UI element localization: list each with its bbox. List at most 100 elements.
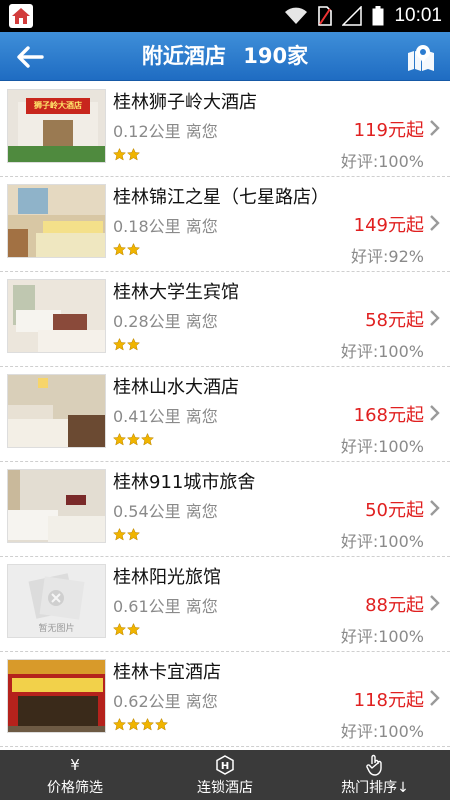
star-icon [113, 148, 126, 161]
hotel-star-rating [113, 528, 140, 542]
hotel-star-rating [113, 148, 140, 162]
star-icon [127, 148, 140, 161]
hotel-count: 190家 [243, 44, 309, 68]
hotel-star-rating [113, 433, 154, 447]
hotel-distance: 0.54公里 离您 [113, 502, 218, 521]
hotel-rating: 好评:100% [340, 152, 424, 171]
star-icon [113, 623, 126, 636]
hotel-rating: 好评:100% [340, 532, 424, 551]
hotel-room-image [8, 280, 105, 352]
star-icon [113, 243, 126, 256]
hotel-rating: 好评:100% [340, 437, 424, 456]
hotel-rating: 好评:100% [340, 342, 424, 361]
hotel-name: 桂林卡宜酒店 [113, 662, 221, 683]
hotel-photo [7, 659, 106, 733]
page-title: 附近酒店 190家 [0, 32, 450, 81]
hotel-price: 119元起 [353, 120, 424, 141]
hotel-photo [7, 279, 106, 353]
hotel-name: 桂林大学生宾馆 [113, 282, 239, 303]
star-icon [127, 338, 140, 351]
hotel-name: 桂林山水大酒店 [113, 377, 239, 398]
svg-text:H: H [221, 761, 229, 772]
hotel-distance: 0.41公里 离您 [113, 407, 218, 426]
hotel-rating: 好评:92% [351, 247, 424, 266]
hotel-star-rating [113, 243, 140, 257]
star-icon [141, 718, 154, 731]
hotel-price: 58元起 [365, 310, 424, 331]
home-notification-icon [9, 4, 33, 28]
wifi-icon [285, 7, 308, 24]
tab-popular-sort-label: 热门排序↓ [341, 780, 409, 796]
star-icon [127, 243, 140, 256]
hotel-rating: 好评:100% [340, 722, 424, 741]
hotel-name: 桂林狮子岭大酒店 [113, 92, 257, 113]
tab-chain-hotels[interactable]: H 连锁酒店 [150, 750, 300, 800]
hotel-rating: 好评:100% [340, 627, 424, 646]
chevron-right-icon [430, 310, 440, 326]
back-button[interactable] [10, 40, 50, 74]
chevron-right-icon [430, 215, 440, 231]
star-icon [141, 433, 154, 446]
status-bar: 10:01 [0, 0, 450, 32]
hotel-list-item[interactable]: 桂林锦江之星（七星路店） 0.18公里 离您 149元起 好评:92% [0, 177, 450, 272]
hotel-distance: 0.12公里 离您 [113, 122, 218, 141]
yen-icon: ¥ [70, 756, 80, 774]
signal-icon [342, 6, 363, 26]
hotel-price: 168元起 [353, 405, 424, 426]
hotel-photo-placeholder: 暂无图片 [7, 564, 106, 638]
star-icon [127, 623, 140, 636]
hotel-photo [7, 469, 106, 543]
back-arrow-icon [17, 46, 44, 68]
page-title-text: 附近酒店 [141, 44, 226, 68]
star-icon [155, 718, 168, 731]
chevron-right-icon [430, 120, 440, 136]
tab-popular-sort[interactable]: 热门排序↓ [300, 750, 450, 800]
hotel-name: 桂林锦江之星（七星路店） [113, 187, 329, 208]
hotel-star-rating [113, 718, 168, 732]
status-icons: 10:01 [284, 0, 442, 32]
hotel-list-item[interactable]: 桂林911城市旅舍 0.54公里 离您 50元起 好评:100% [0, 462, 450, 557]
hotel-list-item[interactable]: 狮子岭大酒店 桂林狮子岭大酒店 0.12公里 离您 119元起 好评:100% [0, 82, 450, 177]
hotel-star-rating [113, 338, 140, 352]
star-icon [113, 718, 126, 731]
hotel-distance: 0.18公里 离您 [113, 217, 218, 236]
tab-price-filter[interactable]: ¥ 价格筛选 [0, 750, 150, 800]
star-icon [113, 433, 126, 446]
hand-icon [366, 754, 382, 776]
hotel-room-image [8, 470, 105, 542]
hotel-list-item[interactable]: 桂林大学生宾馆 0.28公里 离您 58元起 好评:100% [0, 272, 450, 367]
hotel-name: 桂林阳光旅馆 [113, 567, 221, 588]
hotel-list-item[interactable]: 暂无图片 桂林阳光旅馆 0.61公里 离您 88元起 好评:100% [0, 557, 450, 652]
status-time: 10:01 [394, 5, 442, 26]
chevron-right-icon [430, 500, 440, 516]
star-icon [127, 433, 140, 446]
star-icon [113, 338, 126, 351]
chevron-right-icon [430, 595, 440, 611]
hotel-list[interactable]: 狮子岭大酒店 桂林狮子岭大酒店 0.12公里 离您 119元起 好评:100% … [0, 82, 450, 750]
hotel-name: 桂林911城市旅舍 [113, 472, 256, 493]
hotel-room-image [8, 375, 105, 447]
star-icon [113, 528, 126, 541]
star-icon [127, 528, 140, 541]
chevron-right-icon [430, 405, 440, 421]
hotel-list-item[interactable]: 桂林卡宜酒店 0.62公里 离您 118元起 好评:100% [0, 652, 450, 747]
hotel-photo [7, 374, 106, 448]
battery-icon [372, 6, 384, 26]
hotel-distance: 0.28公里 离您 [113, 312, 218, 331]
hotel-distance: 0.61公里 离您 [113, 597, 218, 616]
hotel-building-image [8, 660, 105, 732]
chevron-right-icon [430, 690, 440, 706]
hotel-chain-icon: H [216, 755, 234, 775]
hotel-list-item[interactable]: 桂林山水大酒店 0.41公里 离您 168元起 好评:100% [0, 367, 450, 462]
tab-price-filter-label: 价格筛选 [47, 780, 103, 796]
header-bar: 附近酒店 190家 [0, 32, 450, 81]
hotel-distance: 0.62公里 离您 [113, 692, 218, 711]
hotel-price: 118元起 [353, 690, 424, 711]
hotel-price: 149元起 [353, 215, 424, 236]
hotel-photo: 狮子岭大酒店 [7, 89, 106, 163]
map-location-icon[interactable] [406, 42, 436, 72]
star-icon [127, 718, 140, 731]
no-sim-icon [318, 6, 333, 26]
hotel-star-rating [113, 623, 140, 637]
hotel-sign-text: 狮子岭大酒店 [34, 101, 82, 110]
